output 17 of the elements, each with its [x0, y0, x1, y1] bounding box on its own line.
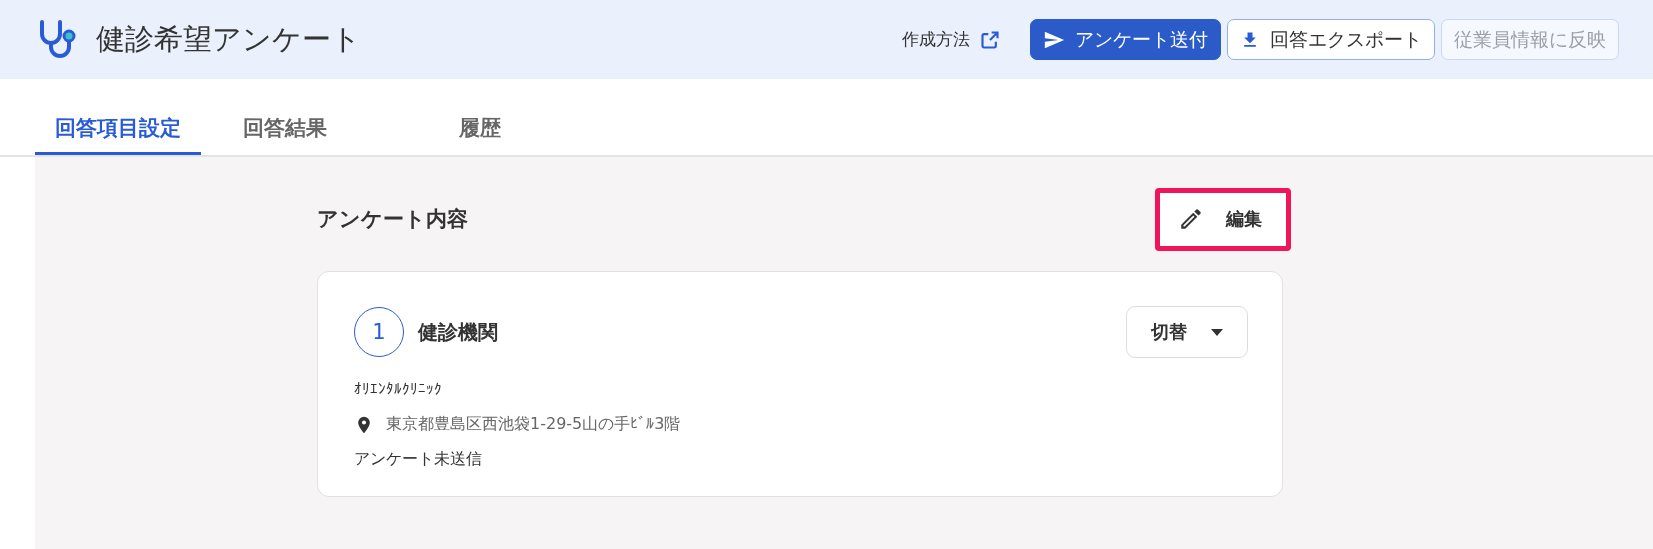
status-text: アンケート未送信	[354, 449, 483, 470]
tab[interactable]: 履歴	[439, 114, 521, 155]
clinic-name: ｵﾘｴﾝﾀﾙｸﾘﾆｯｸ	[354, 380, 443, 398]
page-title: 健診希望アンケート	[96, 20, 361, 58]
tab[interactable]: 回答結果	[223, 114, 347, 155]
pencil-icon	[1178, 206, 1204, 232]
item-title: 健診機関	[418, 318, 498, 346]
external-link-icon	[980, 29, 1000, 50]
number-badge: 1	[354, 307, 404, 357]
export-button[interactable]: 回答エクスポート	[1227, 19, 1435, 60]
send-button[interactable]: アンケート送付	[1030, 19, 1221, 60]
caret-icon	[1211, 328, 1223, 336]
address-text: 東京都豊島区西池袋1-29-5山の手ﾋﾞﾙ3階	[386, 414, 681, 435]
section-title: アンケート内容	[317, 206, 468, 233]
help-link[interactable]: 作成方法	[902, 28, 1000, 51]
edit-button[interactable]: 編集	[1155, 187, 1291, 251]
switch-dropdown[interactable]: 切替	[1126, 306, 1248, 358]
